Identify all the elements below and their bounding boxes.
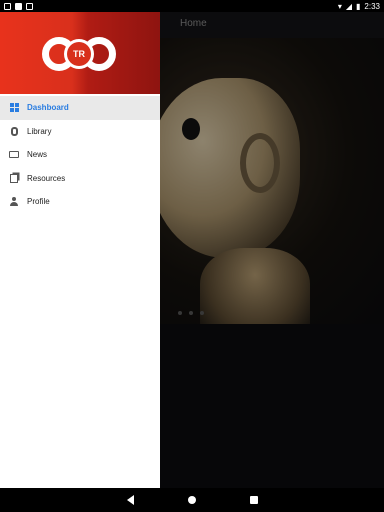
status-right: ▾ ◢ ▮ 2:33 — [338, 2, 380, 11]
sd-card-icon — [15, 2, 22, 10]
dashboard-grid-icon — [9, 103, 19, 113]
drawer-item-news[interactable]: News — [0, 143, 160, 167]
drawer-item-resources[interactable]: Resources — [0, 167, 160, 191]
status-time: 2:33 — [364, 1, 380, 11]
wifi-icon: ▾ — [337, 1, 342, 11]
drawer-item-library[interactable]: Library — [0, 120, 160, 144]
person-icon — [9, 197, 19, 207]
news-icon — [9, 150, 19, 160]
home-icon[interactable] — [187, 496, 196, 504]
screen: ▾ ◢ ▮ 2:33 Home TR Dashboard Library New… — [0, 0, 384, 512]
logo-text: TR — [67, 42, 91, 66]
resources-icon — [9, 173, 19, 183]
navigation-drawer: TR Dashboard Library News Resources Prof… — [0, 12, 160, 488]
drawer-menu: Dashboard Library News Resources Profile — [0, 96, 160, 214]
download-icon — [26, 2, 33, 10]
recents-icon[interactable] — [249, 496, 258, 504]
library-stack-icon — [9, 126, 19, 136]
drawer-item-label: Dashboard — [27, 103, 69, 113]
back-icon[interactable] — [126, 495, 134, 505]
signal-icon: ◢ — [345, 1, 353, 11]
brand-logo: TR — [42, 33, 118, 73]
logo-core: TR — [64, 39, 94, 69]
drawer-item-dashboard[interactable]: Dashboard — [0, 96, 160, 120]
drawer-item-label: Library — [27, 126, 52, 136]
drawer-item-profile[interactable]: Profile — [0, 190, 160, 214]
status-left — [4, 2, 33, 10]
drawer-scrim[interactable] — [160, 12, 384, 488]
status-bar: ▾ ◢ ▮ 2:33 — [0, 0, 384, 12]
drawer-item-label: Resources — [27, 173, 66, 183]
battery-icon: ▮ — [356, 1, 361, 11]
drawer-item-label: Profile — [27, 197, 50, 207]
system-navigation-bar — [0, 488, 384, 512]
drawer-header: TR — [0, 12, 160, 94]
drawer-item-label: News — [27, 150, 48, 160]
image-icon — [4, 2, 11, 10]
